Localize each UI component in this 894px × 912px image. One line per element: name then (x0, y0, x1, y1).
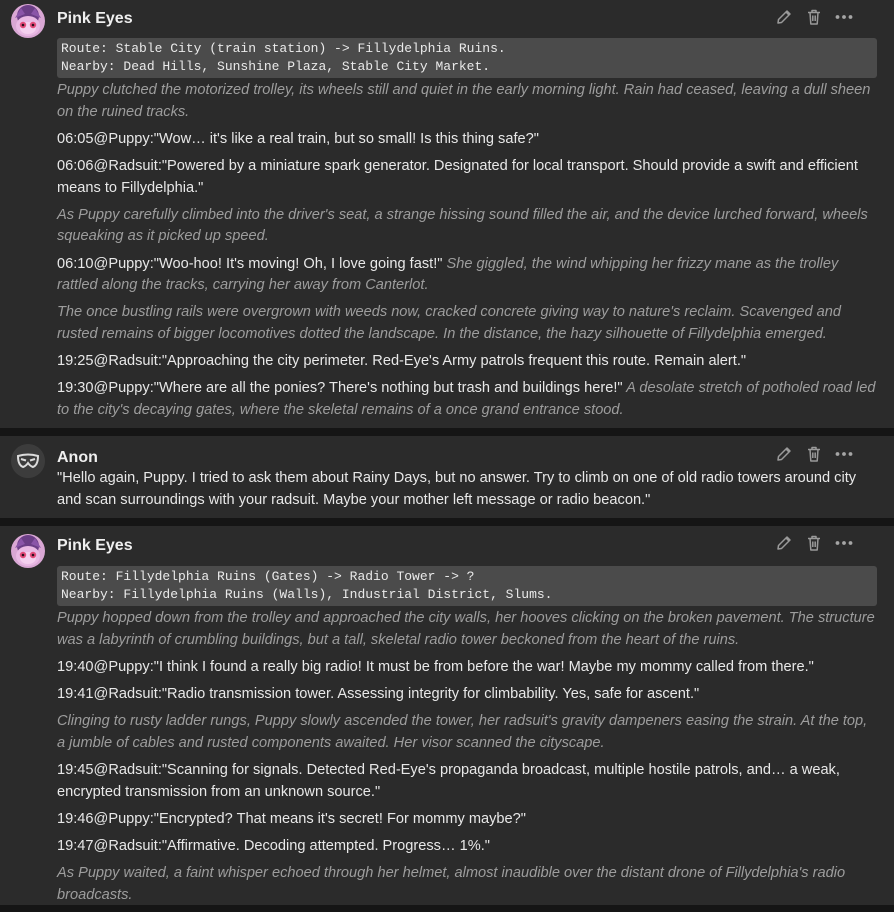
dialogue-line: 06:10@Puppy:"Woo-hoo! It's moving! Oh, I… (57, 254, 877, 297)
dialogue-line: 19:40@Puppy:"I think I found a really bi… (57, 657, 877, 679)
narration-text: Clinging to rusty ladder rungs, Puppy sl… (57, 713, 868, 751)
author-name: Pink Eyes (57, 10, 133, 27)
chat-message: Pink Eyes Route: Fillydelphia Ruins (Gat… (0, 526, 894, 905)
message-body: "Hello again, Puppy. I tried to ask them… (57, 468, 877, 517)
message-actions (774, 7, 854, 27)
dialogue-text: 19:47@Radsuit:"Affirmative. Decoding att… (57, 837, 490, 854)
narration-text: As Puppy carefully climbed into the driv… (57, 206, 868, 245)
dialogue-text: 06:10@Puppy:"Woo-hoo! It's moving! Oh, I… (57, 255, 443, 272)
code-line: Route: Stable City (train station) -> Fi… (61, 41, 506, 56)
chat-message: Pink Eyes Route: Stable City (train stat… (0, 0, 894, 428)
pony-avatar-icon (11, 534, 45, 568)
dialogue-line: 19:45@Radsuit:"Scanning for signals. Det… (57, 760, 877, 803)
narration-text: As Puppy waited, a faint whisper echoed … (57, 865, 846, 903)
avatar[interactable] (11, 4, 45, 38)
message-actions (774, 533, 854, 553)
ellipsis-icon[interactable] (834, 533, 854, 553)
narration-text: Puppy hopped down from the trolley and a… (57, 610, 875, 648)
route-code-block: Route: Fillydelphia Ruins (Gates) -> Rad… (57, 566, 877, 606)
message-actions (774, 444, 854, 464)
dialogue-line: 06:06@Radsuit:"Powered by a miniature sp… (57, 156, 877, 199)
chat-message: Anon "Hello again, Puppy. I tried to ask… (0, 436, 894, 518)
dialogue-line: 19:47@Radsuit:"Affirmative. Decoding att… (57, 836, 877, 858)
pencil-icon[interactable] (774, 444, 794, 464)
dialogue-line: 19:25@Radsuit:"Approaching the city peri… (57, 351, 877, 373)
message-body: Route: Stable City (train station) -> Fi… (57, 38, 877, 427)
trash-icon[interactable] (804, 533, 824, 553)
code-line: Nearby: Fillydelphia Ruins (Walls), Indu… (61, 587, 553, 602)
message-body: Route: Fillydelphia Ruins (Gates) -> Rad… (57, 566, 877, 912)
avatar[interactable] (11, 534, 45, 568)
narration-text: Puppy clutched the motorized trolley, it… (57, 82, 871, 120)
code-line: Route: Fillydelphia Ruins (Gates) -> Rad… (61, 569, 475, 584)
code-line: Nearby: Dead Hills, Sunshine Plaza, Stab… (61, 59, 491, 74)
dialogue-text: 19:45@Radsuit:"Scanning for signals. Det… (57, 761, 840, 800)
author-name: Pink Eyes (57, 537, 133, 554)
dialogue-text: 06:06@Radsuit:"Powered by a miniature sp… (57, 157, 858, 196)
dialogue-line: 19:46@Puppy:"Encrypted? That means it's … (57, 809, 877, 831)
dialogue-text: 19:30@Puppy:"Where are all the ponies? T… (57, 380, 623, 397)
avatar[interactable] (11, 444, 45, 478)
dialogue-text: 06:05@Puppy:"Wow… it's like a real train… (57, 130, 539, 147)
dialogue-text: "Hello again, Puppy. I tried to ask them… (57, 470, 857, 508)
pony-avatar-icon (11, 4, 45, 38)
dialogue-text: 19:25@Radsuit:"Approaching the city peri… (57, 353, 747, 370)
mask-avatar-icon (11, 444, 45, 478)
dialogue-line: 19:30@Puppy:"Where are all the ponies? T… (57, 378, 877, 421)
dialogue-text: 19:41@Radsuit:"Radio transmission tower.… (57, 685, 700, 702)
route-code-block: Route: Stable City (train station) -> Fi… (57, 38, 877, 78)
trash-icon[interactable] (804, 7, 824, 27)
ellipsis-icon[interactable] (834, 7, 854, 27)
ellipsis-icon[interactable] (834, 444, 854, 464)
pencil-icon[interactable] (774, 533, 794, 553)
pencil-icon[interactable] (774, 7, 794, 27)
dialogue-text: 19:46@Puppy:"Encrypted? That means it's … (57, 810, 526, 827)
trash-icon[interactable] (804, 444, 824, 464)
author-name: Anon (57, 449, 98, 466)
dialogue-line: 19:41@Radsuit:"Radio transmission tower.… (57, 684, 877, 706)
dialogue-text: 19:40@Puppy:"I think I found a really bi… (57, 658, 814, 675)
dialogue-line: "Hello again, Puppy. I tried to ask them… (57, 468, 877, 511)
narration-text: The once bustling rails were overgrown w… (57, 304, 841, 342)
dialogue-line: 06:05@Puppy:"Wow… it's like a real train… (57, 129, 877, 151)
